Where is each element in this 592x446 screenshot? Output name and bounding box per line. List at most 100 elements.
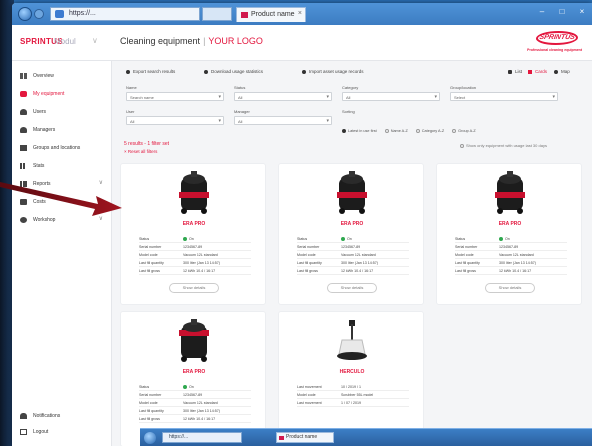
detail-key: Last fill gross	[455, 266, 499, 276]
back-icon[interactable]	[18, 7, 32, 21]
reset-filters-link[interactable]: × Reset all filters	[124, 149, 157, 154]
sidebar-item-overview[interactable]: Overview	[20, 71, 54, 81]
map-icon	[554, 69, 558, 74]
group-select[interactable]: Select	[450, 92, 558, 101]
table-row: Status On	[297, 235, 409, 244]
detail-value: Vacuum 12L standard	[341, 250, 409, 260]
detail-value: 12 kWh 10.4 / 16:17	[499, 266, 567, 276]
manager-icon	[20, 127, 27, 133]
download-stats-button[interactable]: Download usage statistics	[204, 69, 263, 74]
product-name[interactable]: HERCULO	[279, 369, 425, 375]
forward-icon[interactable]	[34, 9, 44, 19]
table-row: Model code Vacuum 12L standard	[139, 250, 251, 260]
sort-option[interactable]: Group A-Z	[452, 127, 476, 135]
status-dot-icon	[183, 236, 187, 241]
sort-label: Group A-Z	[458, 129, 476, 133]
table-row: Serial number 1234567-89	[455, 242, 567, 252]
equipment-card[interactable]: ERA PRO Status On Serial number 1234567-89…	[278, 163, 424, 305]
toolbar: Export search results Download usage sta…	[118, 67, 588, 79]
product-name[interactable]: ERA PRO	[121, 221, 267, 227]
app-header: SPRINTUS Modul ∨ Cleaning equipment | YOUR…	[12, 25, 592, 61]
sort-option[interactable]: Name A-Z	[384, 127, 408, 135]
address-controls[interactable]	[202, 7, 232, 21]
brand-sub: Modul	[54, 37, 76, 46]
product-name[interactable]: ERA PRO	[121, 369, 267, 375]
tab-close-icon[interactable]: ×	[298, 10, 302, 17]
detail-key: Last fill gross	[297, 266, 341, 276]
sidebar-item-my-equipment[interactable]: My equipment	[20, 89, 64, 99]
filter-label: User	[126, 109, 135, 114]
product-name[interactable]: ERA PRO	[279, 221, 425, 227]
sidebar-item-groups[interactable]: Groups and locations	[20, 143, 80, 153]
close-button[interactable]: ×	[576, 7, 588, 17]
browser-tab[interactable]: Product name ×	[236, 7, 306, 22]
sidebar-item-users[interactable]: Users	[20, 107, 46, 117]
manager-select[interactable]: All	[234, 116, 332, 125]
show-details-button[interactable]: Show details	[169, 283, 219, 293]
pointer-arrow	[0, 182, 122, 216]
import-icon	[302, 69, 306, 74]
detail-key: Last fill gross	[139, 414, 183, 424]
category-select[interactable]: All	[342, 92, 440, 101]
equipment-card[interactable]: ERA PRO Status On Serial number 1234567-89…	[120, 163, 266, 305]
sort-option[interactable]: Latest in use first	[342, 127, 377, 135]
vacuum-icon	[179, 319, 209, 362]
detail-key: Serial number	[297, 242, 341, 252]
table-row: Model code Vacuum 12L standard	[297, 250, 409, 260]
sidebar-item-label: My equipment	[33, 91, 65, 97]
usage-toggle[interactable]: Show only equipment with usage last 30 d…	[460, 143, 547, 148]
filter-label: Status	[234, 85, 246, 90]
detail-key: Last movement	[297, 383, 341, 391]
address-bar[interactable]: https://...	[50, 7, 200, 21]
sidebar-item-logout[interactable]: Logout	[20, 427, 48, 437]
export-label: Export search results	[133, 69, 176, 74]
detail-value: 10 / 2019 / 1	[341, 383, 409, 391]
sorting-label: Sorting	[342, 109, 355, 114]
page-title: Cleaning equipment | YOUR LOGO	[120, 36, 263, 46]
browser-tab[interactable]: Product name	[276, 432, 334, 443]
status-select[interactable]: All	[234, 92, 332, 101]
minimize-button[interactable]: –	[536, 7, 548, 17]
detail-value: 300 liter (Jan 13 14:57)	[183, 258, 251, 268]
table-row: Model code Vacuum 12L standard	[139, 398, 251, 408]
back-icon[interactable]	[144, 432, 156, 444]
equipment-card[interactable]: HERCULO Last movement 10 / 2019 / 1 Model…	[278, 311, 424, 446]
export-button[interactable]: Export search results	[126, 69, 175, 74]
status-dot-icon	[341, 236, 345, 241]
detail-value: 300 liter (Jan 13 14:57)	[341, 258, 409, 268]
view-list-button[interactable]: List	[508, 69, 522, 74]
table-row: Serial number 1234567-89	[297, 242, 409, 252]
show-details-button[interactable]: Show details	[485, 283, 535, 293]
address-bar[interactable]: https://...	[162, 432, 242, 443]
view-cards-button[interactable]: Cards	[528, 69, 547, 74]
import-button[interactable]: Import asset usage records	[302, 69, 364, 74]
detail-value: On	[183, 383, 251, 392]
sprintus-logo: SPRINTUS	[534, 31, 580, 45]
table-row: Status On	[139, 235, 251, 244]
sidebar-item-notifications[interactable]: Notifications	[20, 411, 60, 421]
equipment-card[interactable]: ERA PRO Status On Serial number 1234567-89…	[436, 163, 582, 305]
detail-value: 1234567-89	[183, 242, 251, 252]
maximize-button[interactable]: □	[556, 7, 568, 17]
user-select[interactable]: All	[126, 116, 224, 125]
show-details-button[interactable]: Show details	[327, 283, 377, 293]
equipment-card[interactable]: ERA PRO Status On Serial number 1234567-89…	[120, 311, 266, 446]
detail-value: 1234567-89	[183, 390, 251, 400]
sidebar-item-managers[interactable]: Managers	[20, 125, 55, 135]
sidebar-item-label: Logout	[33, 429, 49, 435]
name-filter-input[interactable]: Search name	[126, 92, 224, 101]
chevron-down-icon[interactable]: ∨	[92, 36, 98, 45]
view-map-button[interactable]: Map	[554, 69, 570, 74]
table-row: Serial number 1234567-89	[139, 242, 251, 252]
download-icon	[204, 69, 208, 74]
product-details: Last movement 10 / 2019 / 1 Model code Scr…	[297, 383, 409, 407]
detail-key: Last fill gross	[139, 266, 183, 276]
product-details: Status On Serial number 1234567-89 Model c…	[297, 235, 409, 276]
detail-value: Vacuum 12L standard	[183, 250, 251, 260]
location-icon	[20, 145, 27, 151]
sidebar-item-label: Managers	[33, 127, 56, 133]
product-image	[437, 168, 583, 218]
radio-off-icon	[415, 129, 420, 133]
sort-option[interactable]: Category A-Z	[415, 127, 444, 135]
product-name[interactable]: ERA PRO	[437, 221, 583, 227]
